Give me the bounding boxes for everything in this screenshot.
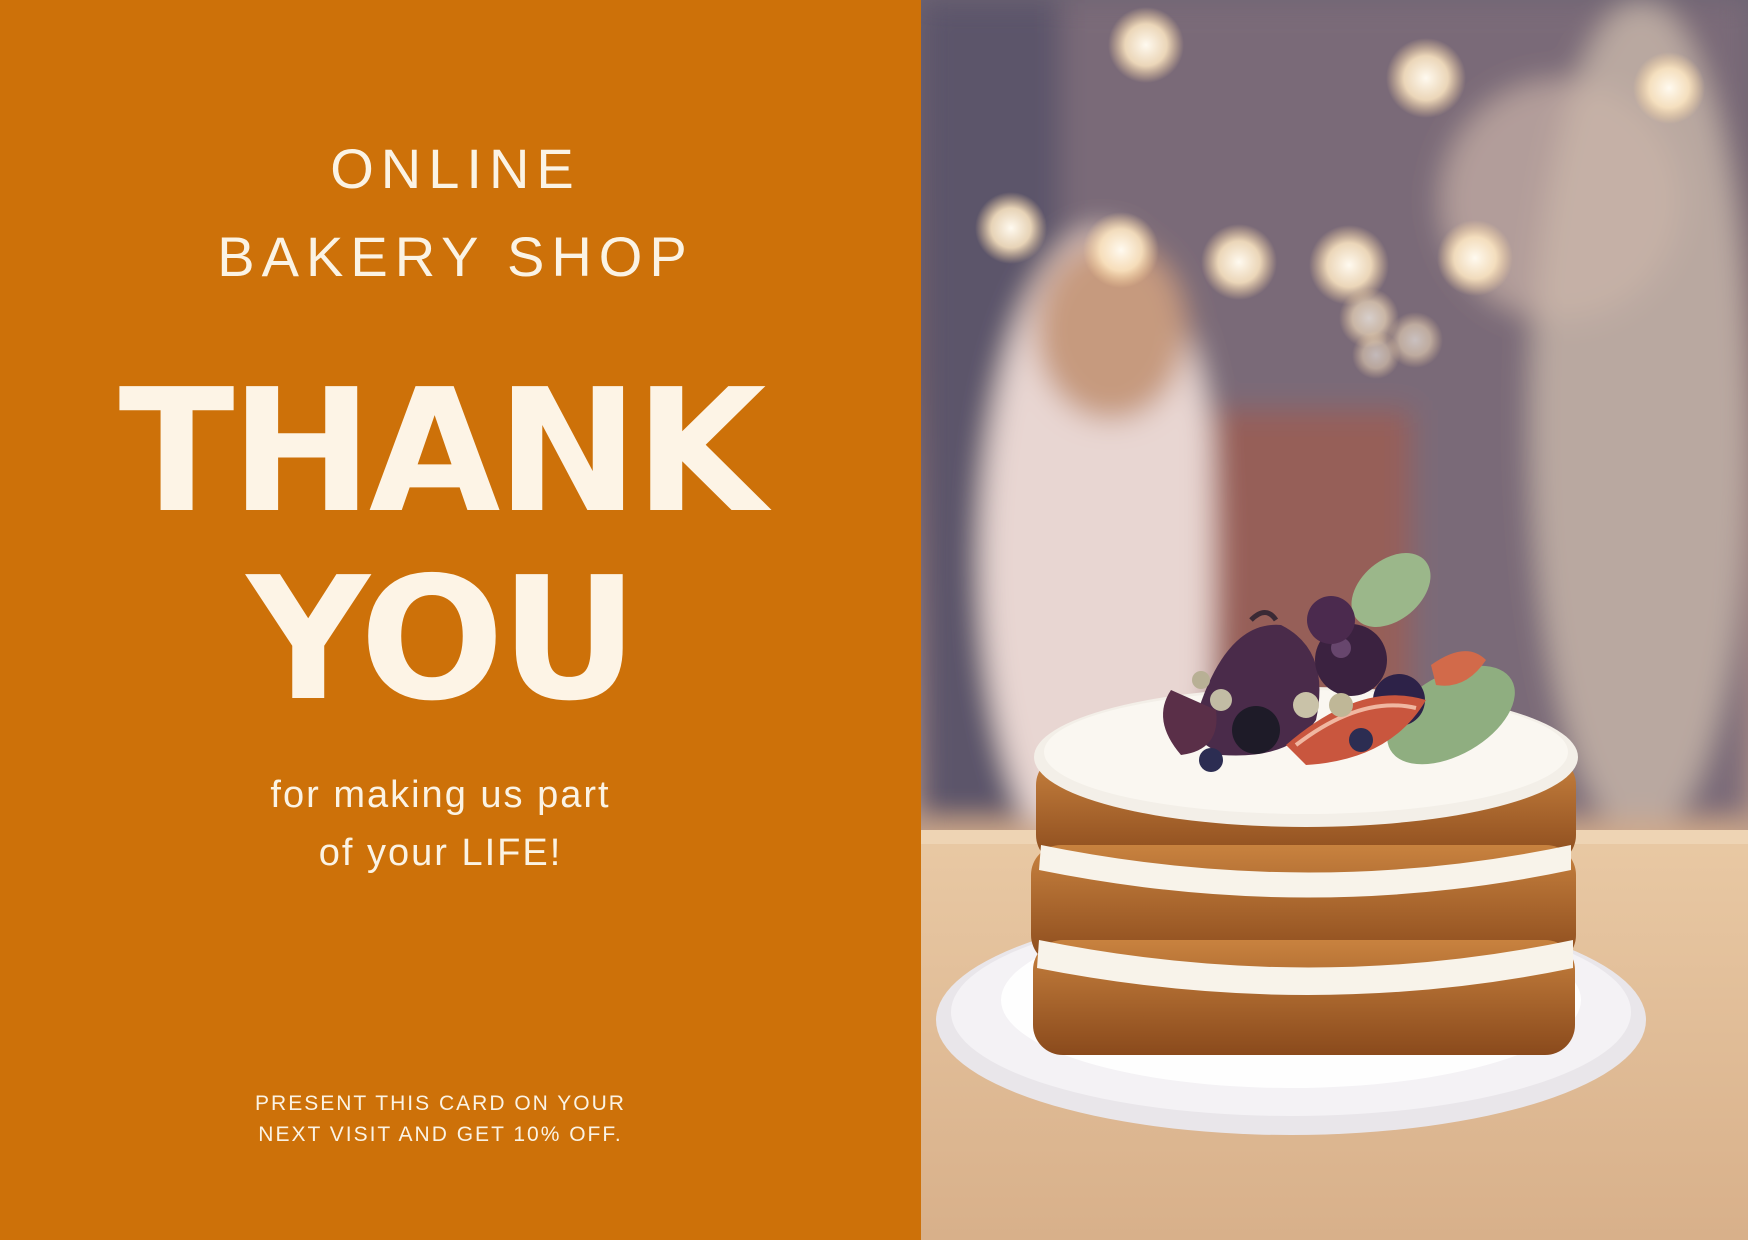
shop-name: ONLINE BAKERY SHOP — [0, 125, 921, 301]
offer-text: PRESENT THIS CARD ON YOUR NEXT VISIT AND… — [0, 1088, 921, 1150]
cake-photo-illustration — [921, 0, 1748, 1240]
offer-line-2: NEXT VISIT AND GET 10% OFF. — [258, 1123, 623, 1146]
thank-you-card: ONLINE BAKERY SHOP THANK YOU for making … — [0, 0, 1748, 1240]
subline-line-2: of your LIFE! — [318, 832, 563, 874]
headline-line-1: THANK — [118, 353, 767, 551]
headline-line-2: YOU — [246, 541, 639, 739]
cake-photo — [921, 0, 1748, 1240]
headline: THANK YOU — [0, 358, 921, 734]
offer-line-1: PRESENT THIS CARD ON YOUR — [255, 1092, 626, 1115]
shop-name-line-1: ONLINE — [330, 137, 581, 200]
subline: for making us part of your LIFE! — [0, 766, 921, 882]
text-panel: ONLINE BAKERY SHOP THANK YOU for making … — [0, 0, 921, 1240]
shop-name-line-2: BAKERY SHOP — [217, 225, 694, 288]
subline-line-1: for making us part — [270, 774, 611, 816]
